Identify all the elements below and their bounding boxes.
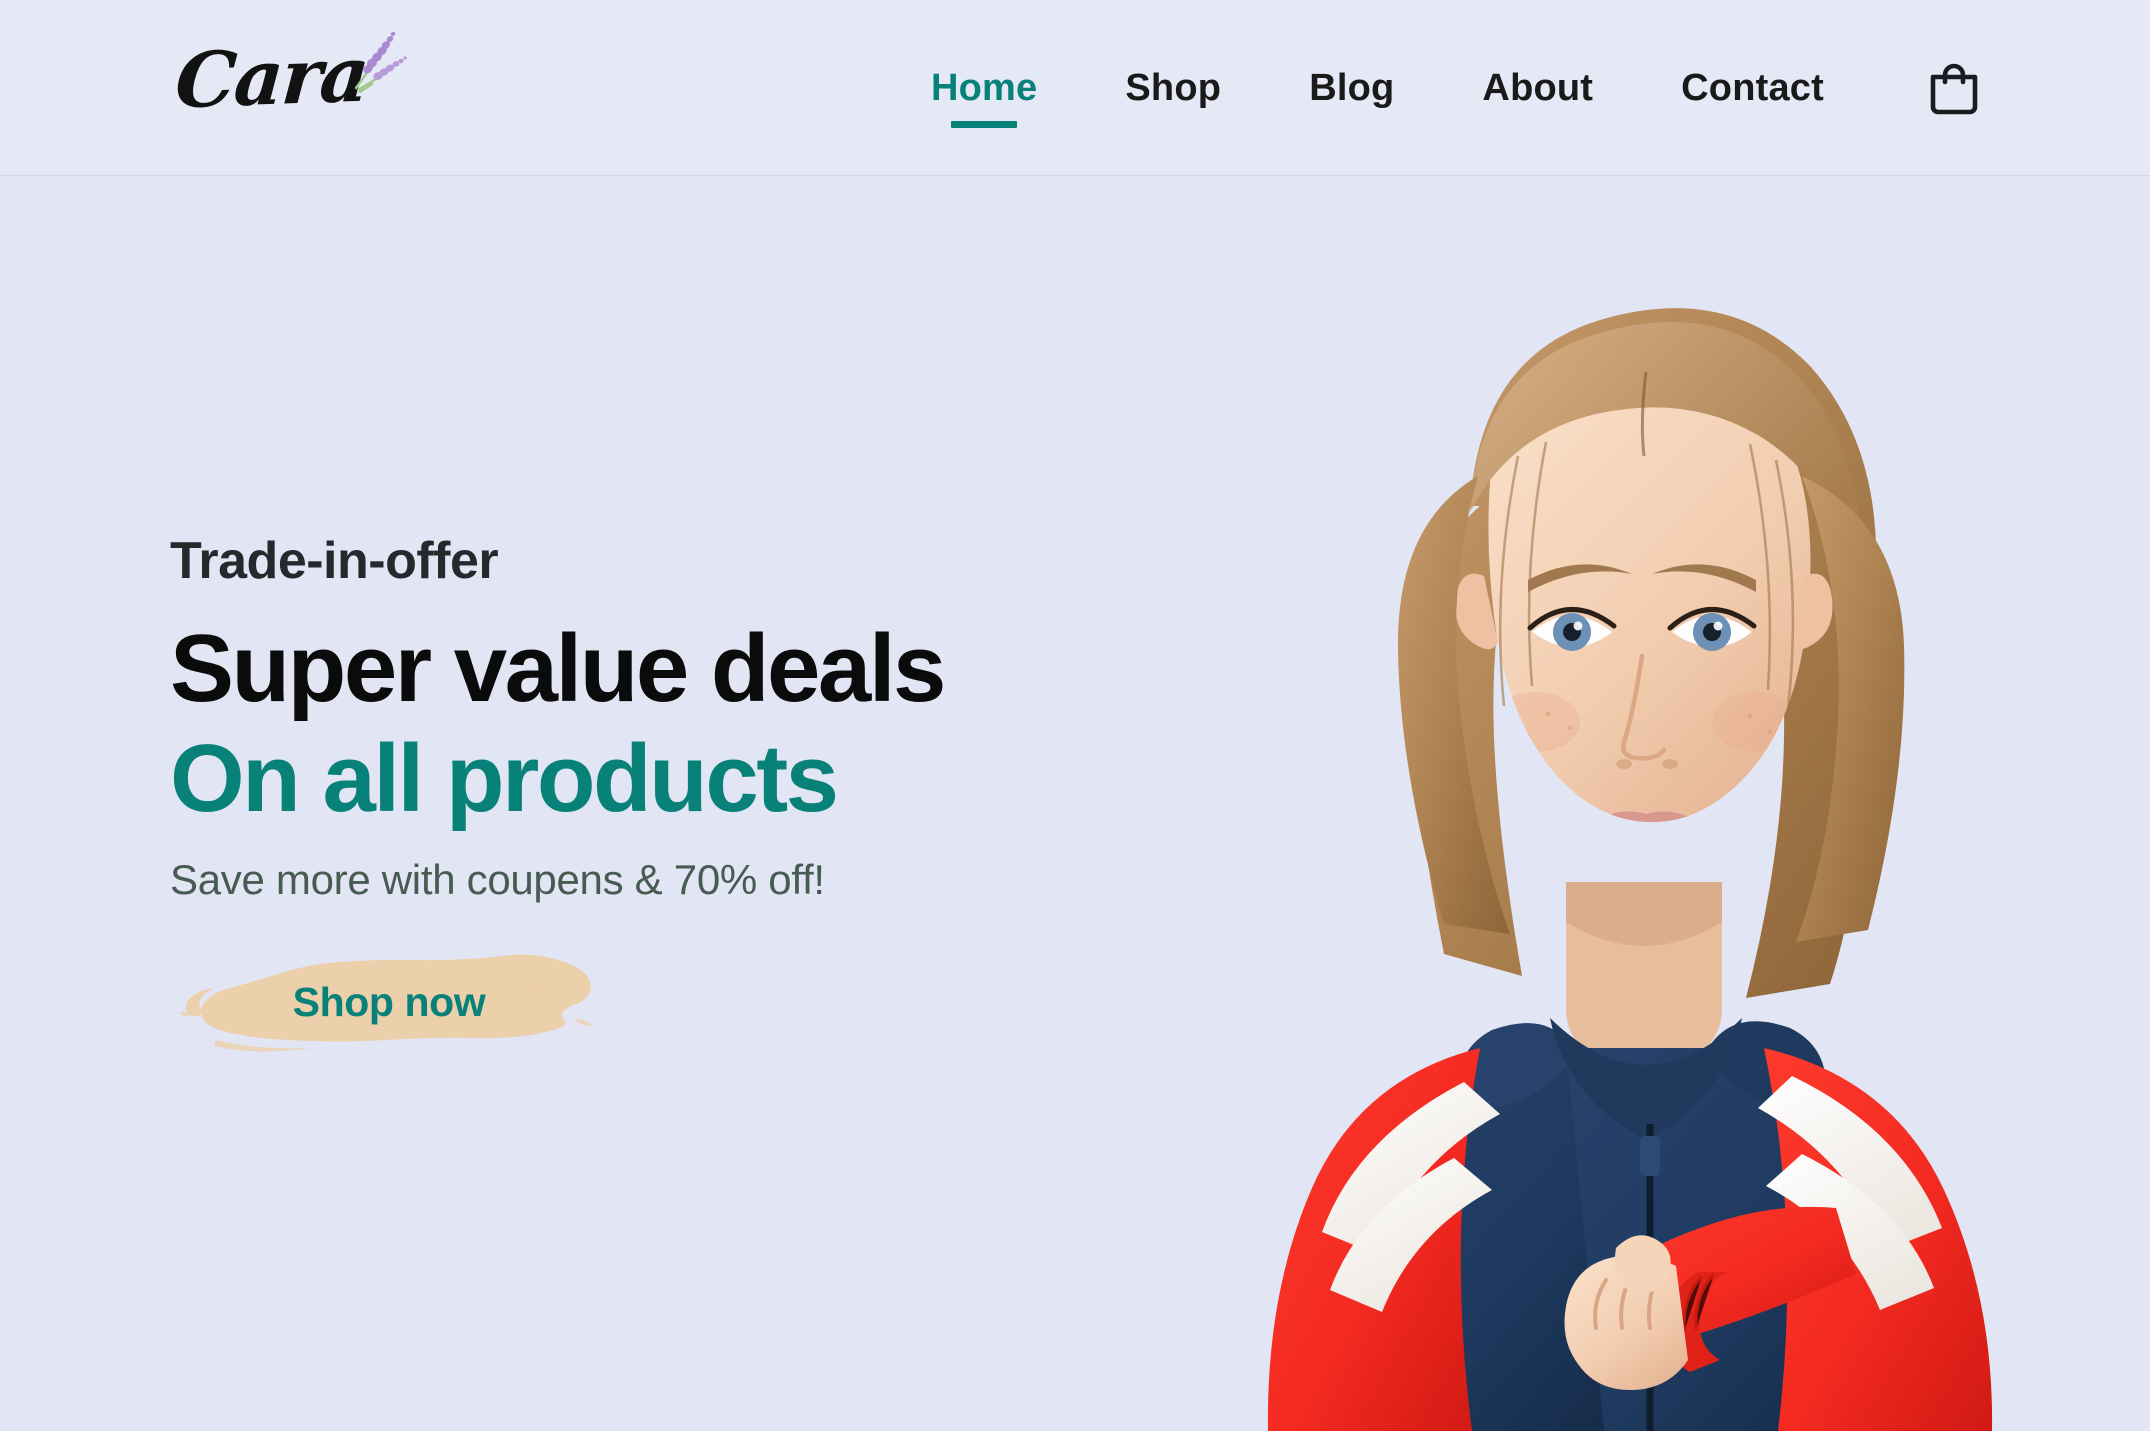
- nav-item-contact[interactable]: Contact: [1637, 67, 1868, 110]
- shopping-bag-icon: [1930, 63, 1978, 115]
- nav-link-contact[interactable]: Contact: [1637, 67, 1868, 110]
- nav-item-cart[interactable]: [1868, 57, 1984, 119]
- active-nav-underline: [951, 120, 1018, 128]
- cart-button[interactable]: [1924, 57, 1984, 119]
- nav-link-blog[interactable]: Blog: [1265, 67, 1438, 110]
- nav-item-shop[interactable]: Shop: [1081, 67, 1265, 110]
- hero-subtext: Save more with coupens & 70% off!: [170, 856, 825, 904]
- hero-section: Trade-in-offer Super value deals On all …: [0, 176, 2150, 1431]
- nav-item-about[interactable]: About: [1438, 67, 1637, 110]
- nav-item-blog[interactable]: Blog: [1265, 67, 1438, 110]
- main-navigation: Home Shop Blog About Contact: [0, 0, 2150, 176]
- nav-list: Home Shop Blog About Contact: [887, 57, 1984, 128]
- nav-link-shop[interactable]: Shop: [1081, 67, 1265, 110]
- site-header: Cara Home Shop Blog About Contact: [0, 0, 2150, 176]
- hero-headline-primary: Super value deals: [170, 615, 946, 722]
- shop-now-button[interactable]: Shop now: [170, 948, 600, 1056]
- hero-copy: Trade-in-offer Super value deals On all …: [170, 531, 1220, 1061]
- nav-item-home[interactable]: Home: [887, 67, 1081, 128]
- nav-link-home[interactable]: Home: [887, 67, 1081, 110]
- nav-link-about[interactable]: About: [1438, 67, 1637, 110]
- shop-now-label: Shop now: [292, 978, 486, 1025]
- hero-headline-secondary: On all products: [170, 724, 839, 832]
- hero-eyebrow: Trade-in-offer: [170, 532, 499, 590]
- landing-page: Cara Home Shop Blog About Contact Trade-…: [0, 0, 2150, 1431]
